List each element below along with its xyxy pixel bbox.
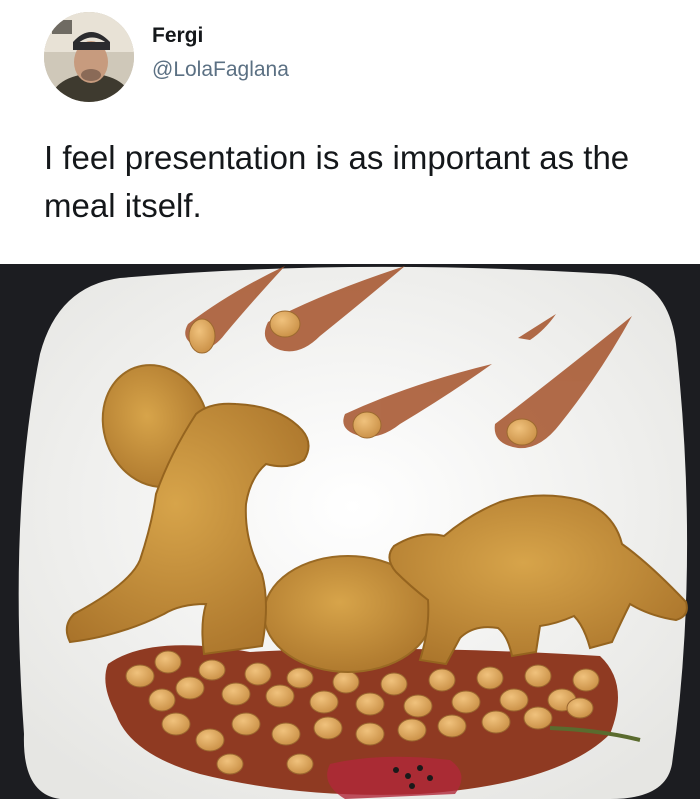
avatar-image [44, 12, 134, 102]
author-handle[interactable]: @LolaFaglana [152, 58, 289, 82]
author-avatar[interactable] [44, 12, 134, 102]
tweet-photo[interactable] [0, 264, 700, 799]
tweet-header: Fergi @LolaFaglana I feel presentation i… [0, 0, 700, 262]
food-plate-illustration [0, 264, 700, 799]
sauce-red-highlight [327, 756, 462, 799]
author-name[interactable]: Fergi [152, 24, 203, 48]
tweet-text: I feel presentation is as important as t… [44, 139, 630, 224]
